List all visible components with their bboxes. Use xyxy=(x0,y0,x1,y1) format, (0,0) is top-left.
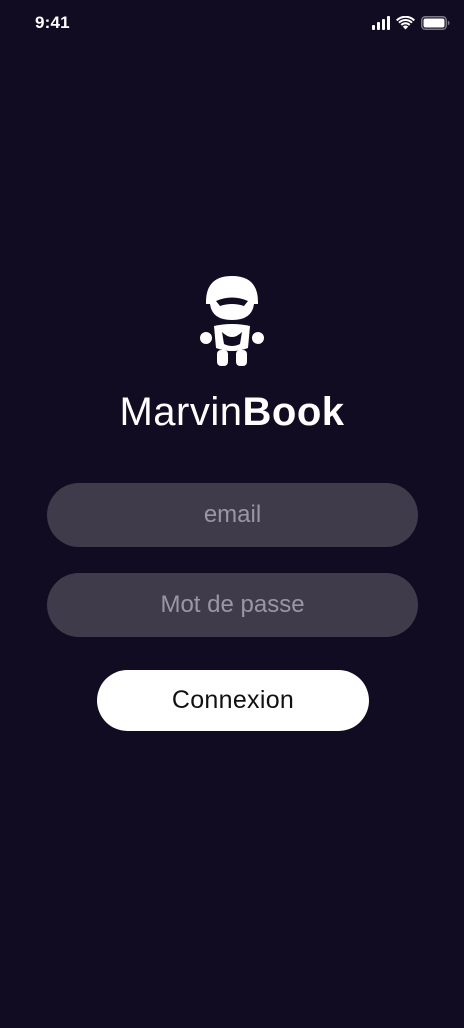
status-time: 9:41 xyxy=(35,13,70,32)
battery-icon xyxy=(421,16,450,30)
app-title-bold: Book xyxy=(242,390,345,434)
robot-icon xyxy=(196,272,268,372)
login-button[interactable]: Connexion xyxy=(97,670,369,731)
wifi-icon xyxy=(396,16,415,30)
password-field[interactable] xyxy=(47,573,418,637)
email-field[interactable] xyxy=(47,483,418,547)
status-icons xyxy=(372,14,450,30)
app-title: MarvinBook xyxy=(0,388,464,436)
app-title-light: Marvin xyxy=(119,390,243,434)
signal-icon xyxy=(372,16,390,30)
status-bar: 9:41 xyxy=(0,0,464,46)
